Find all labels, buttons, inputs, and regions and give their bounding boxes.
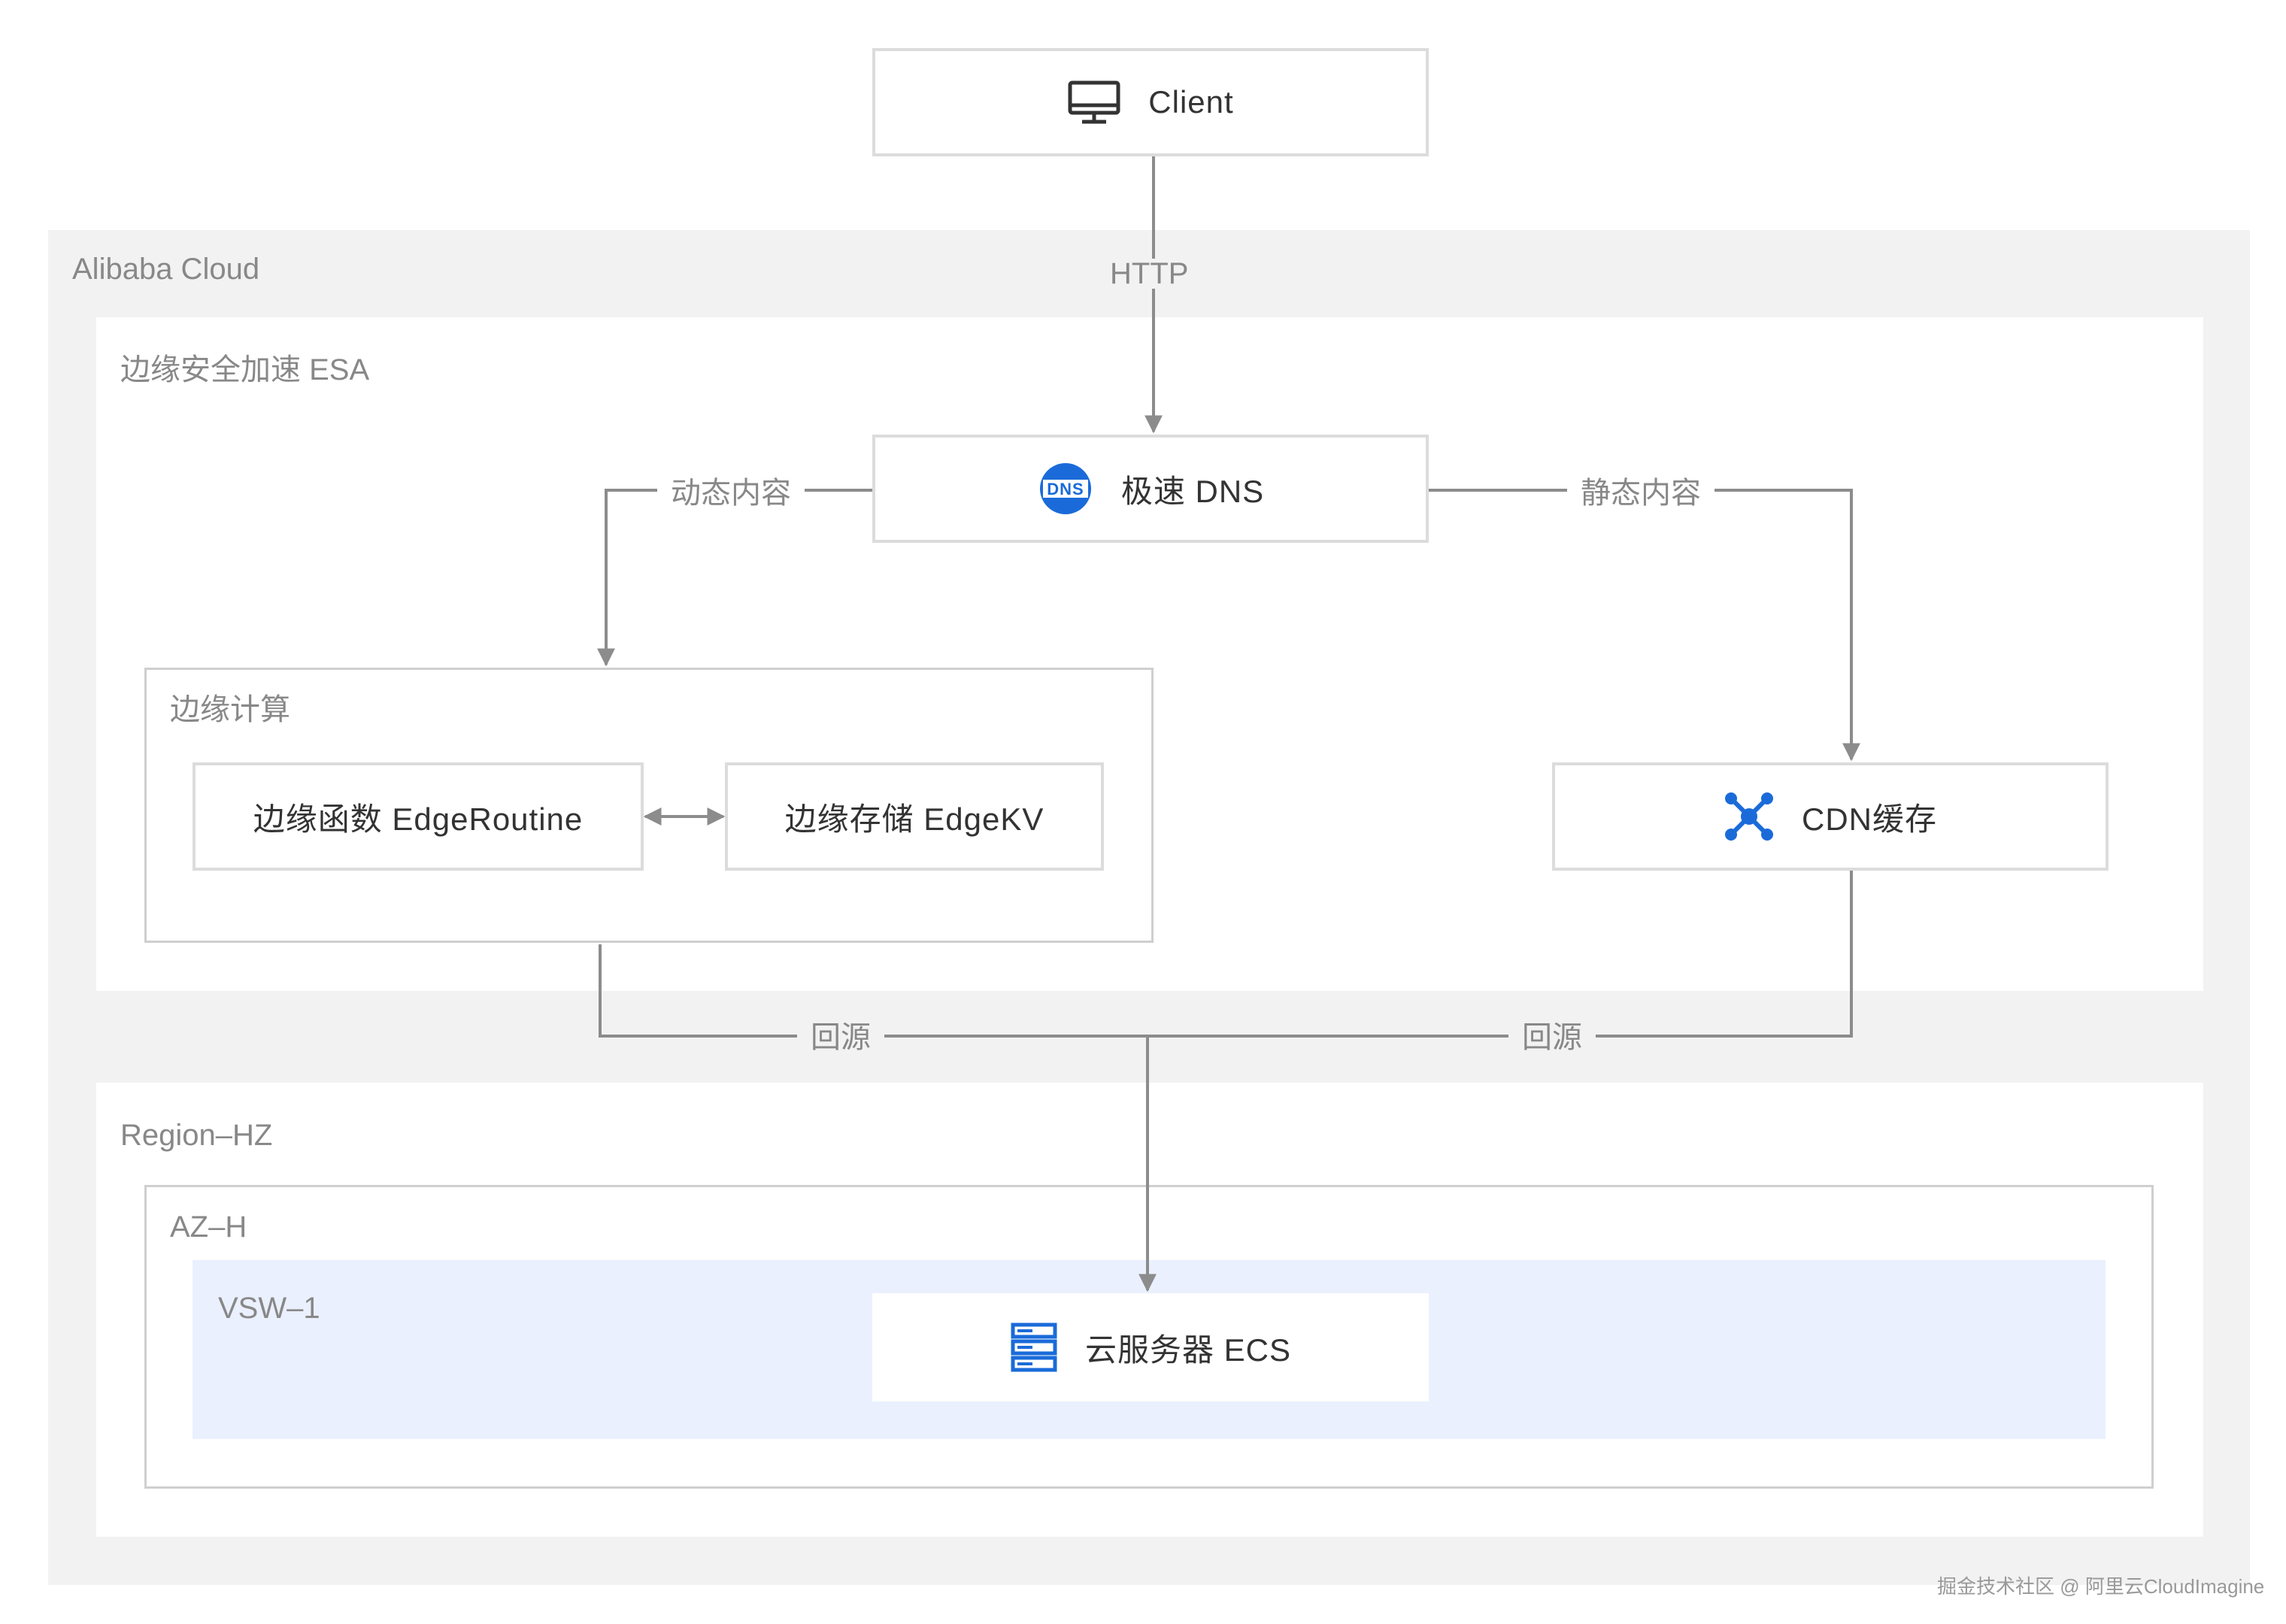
client-node[interactable]: Client — [872, 48, 1429, 156]
cdn-node[interactable]: CDN缓存 — [1552, 762, 2109, 871]
edge-routine-label: 边缘函数 EdgeRoutine — [253, 801, 584, 837]
edge-label-origin-right: 回源 — [1508, 1023, 1596, 1053]
edge-routine-node[interactable]: 边缘函数 EdgeRoutine — [193, 762, 644, 871]
client-label: Client — [1148, 84, 1234, 120]
monitor-icon — [1067, 80, 1121, 125]
ecs-label: 云服务器 ECS — [1084, 1332, 1292, 1368]
edge-cdn-origin — [1148, 871, 1853, 1038]
edge-kv-node[interactable]: 边缘存储 EdgeKV — [725, 762, 1104, 871]
edge-kv-label: 边缘存储 EdgeKV — [784, 801, 1044, 837]
dns-node[interactable]: DNS 极速 DNS — [872, 435, 1429, 543]
ecs-node[interactable]: 云服务器 ECS — [872, 1293, 1429, 1401]
cdn-label: CDN缓存 — [1802, 801, 1937, 837]
edge-dns-static — [1427, 489, 1860, 762]
watermark: 掘金技术社区 @ 阿里云CloudImagine — [1937, 1575, 2265, 1598]
svg-text:DNS: DNS — [1047, 480, 1084, 498]
cdn-network-icon — [1724, 791, 1775, 842]
edge-label-origin-left: 回源 — [797, 1023, 884, 1053]
dns-icon: DNS — [1037, 460, 1094, 517]
edge-label-http: HTTP — [1110, 257, 1189, 290]
dns-label: 极速 DNS — [1120, 473, 1265, 509]
edge-dns-dynamic — [597, 489, 872, 667]
server-icon — [1010, 1322, 1058, 1373]
edge-label-static: 静态内容 — [1567, 478, 1714, 508]
edge-label-dynamic: 动态内容 — [657, 478, 805, 508]
